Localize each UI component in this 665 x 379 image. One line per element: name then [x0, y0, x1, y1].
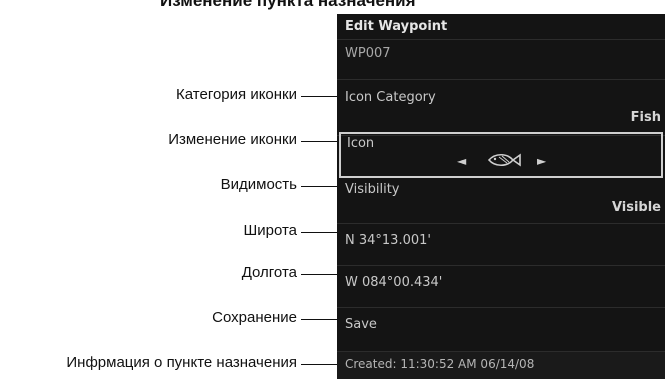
- callout-icon-change: Изменение иконки: [0, 131, 337, 151]
- callout-leader-line: [301, 186, 337, 187]
- waypoint-info-bar: Created: 11:30:52 AM 06/14/08: [337, 352, 665, 379]
- longitude-field[interactable]: W 084°00.434': [337, 266, 665, 308]
- next-icon-arrow[interactable]: ►: [537, 154, 546, 168]
- callout-visibility: Видимость: [0, 176, 337, 196]
- latitude-field[interactable]: N 34°13.001': [337, 224, 665, 266]
- callout-leader-line: [301, 232, 337, 233]
- callout-save: Сохранение: [0, 309, 337, 329]
- icon-category-item[interactable]: Icon Category Fish: [337, 80, 665, 136]
- visibility-label: Visibility: [345, 182, 400, 197]
- callout-label: Изменение иконки: [168, 131, 297, 148]
- previous-icon-arrow[interactable]: ◄: [457, 154, 466, 168]
- callout-label: Долгота: [241, 264, 297, 281]
- icon-category-value: Fish: [630, 110, 661, 125]
- callout-latitude: Широта: [0, 222, 337, 242]
- visibility-item[interactable]: Visibility Visible: [337, 180, 665, 224]
- callout-leader-line: [301, 141, 337, 142]
- callout-label: Инфрмация о пункте назначения: [66, 354, 297, 371]
- save-button[interactable]: Save: [337, 308, 665, 352]
- waypoint-name-field[interactable]: WP007: [337, 40, 665, 80]
- longitude-value: W 084°00.434': [345, 275, 443, 290]
- callout-leader-line: [301, 96, 337, 97]
- latitude-value: N 34°13.001': [345, 233, 431, 248]
- icon-category-label: Icon Category: [345, 90, 436, 105]
- callout-label: Сохранение: [212, 309, 297, 326]
- save-label: Save: [345, 317, 377, 332]
- icon-selector-item[interactable]: Icon ◄ ►: [339, 132, 663, 178]
- callout-leader-line: [301, 274, 337, 275]
- device-screen: Edit Waypoint WP007 Icon Category Fish I…: [337, 14, 665, 379]
- created-info: Created: 11:30:52 AM 06/14/08: [345, 357, 535, 371]
- screen-title-bar: Edit Waypoint: [337, 14, 665, 40]
- callout-label: Видимость: [220, 176, 297, 193]
- figure-caption: Изменение пункта назначения: [160, 0, 416, 10]
- callout-longitude: Долгота: [0, 264, 337, 284]
- callout-waypoint-info: Инфрмация о пункте назначения: [0, 354, 337, 374]
- screen-title: Edit Waypoint: [345, 19, 448, 34]
- callout-label: Категория иконки: [176, 86, 297, 103]
- visibility-value: Visible: [611, 200, 661, 215]
- callout-label: Широта: [243, 222, 297, 239]
- fish-icon: [487, 152, 521, 172]
- callout-icon-category: Категория иконки: [0, 86, 337, 106]
- icon-label: Icon: [347, 136, 375, 151]
- waypoint-name-value: WP007: [345, 46, 391, 61]
- callout-leader-line: [301, 319, 337, 320]
- callout-leader-line: [301, 364, 337, 365]
